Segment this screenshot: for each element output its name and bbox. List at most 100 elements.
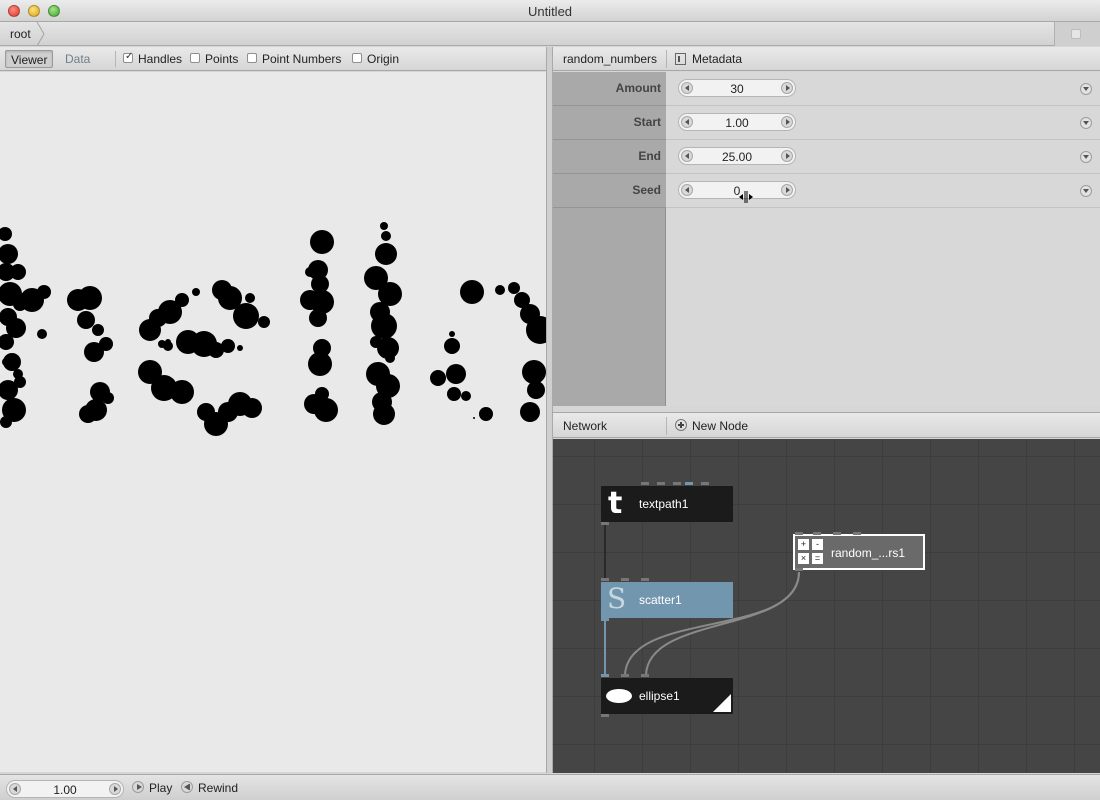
- start-menu-button[interactable]: [1080, 117, 1092, 129]
- scatter-dot: [314, 398, 338, 422]
- scatter-dot: [221, 339, 235, 353]
- point-numbers-checkbox[interactable]: [247, 53, 257, 63]
- end-menu-button[interactable]: [1080, 151, 1092, 163]
- metadata-icon[interactable]: [675, 53, 686, 65]
- header-divider: [666, 417, 667, 435]
- scatter-dot: [444, 338, 460, 354]
- metadata-button[interactable]: Metadata: [692, 52, 742, 66]
- node-textpath1[interactable]: t textpath1: [601, 482, 733, 525]
- end-stepper[interactable]: 25.00: [678, 147, 796, 165]
- start-stepper[interactable]: 1.00: [678, 113, 796, 131]
- tab-viewer[interactable]: Viewer: [5, 50, 54, 68]
- scatter-dot: [2, 358, 10, 366]
- input-port[interactable]: [673, 482, 681, 485]
- decrement-arrow-icon[interactable]: [681, 150, 693, 162]
- viewer-canvas[interactable]: [0, 72, 546, 772]
- node-label: random_...rs1: [831, 546, 906, 560]
- input-port[interactable]: [641, 482, 649, 485]
- scatter-dot: [78, 286, 102, 310]
- input-port[interactable]: [641, 578, 649, 581]
- output-port[interactable]: [601, 618, 609, 621]
- play-button[interactable]: Play: [149, 781, 172, 795]
- output-port[interactable]: [601, 714, 609, 717]
- node-random-numbers1[interactable]: + - × = random_...rs1: [793, 532, 925, 571]
- node-ellipse1[interactable]: ellipse1: [601, 674, 733, 717]
- seed-menu-button[interactable]: [1080, 185, 1092, 197]
- frame-value[interactable]: 1.00: [23, 783, 107, 797]
- rewind-button[interactable]: Rewind: [198, 781, 238, 795]
- play-icon[interactable]: [132, 781, 144, 793]
- handles-checkbox[interactable]: ✓: [123, 51, 133, 63]
- scatter-dot: [430, 370, 446, 386]
- points-checkbox[interactable]: [190, 53, 200, 63]
- handles-label: Handles: [138, 52, 183, 66]
- scatter-dot: [446, 364, 466, 384]
- input-port[interactable]: [701, 482, 709, 485]
- header-divider: [666, 50, 667, 68]
- increment-arrow-icon[interactable]: [109, 783, 121, 795]
- output-port[interactable]: [795, 568, 803, 571]
- param-row-seed: Seed 0: [553, 174, 1100, 208]
- rewind-icon[interactable]: [181, 781, 193, 793]
- seed-value[interactable]: 0: [695, 184, 779, 198]
- address-bar-corner-button[interactable]: [1054, 22, 1100, 46]
- scatter-dot: [461, 391, 471, 401]
- origin-label: Origin: [367, 52, 400, 66]
- amount-stepper[interactable]: 30: [678, 79, 796, 97]
- scatter-dot: [479, 407, 493, 421]
- increment-arrow-icon[interactable]: [781, 116, 793, 128]
- origin-checkbox[interactable]: [352, 53, 362, 63]
- input-port[interactable]: [641, 674, 649, 677]
- param-label-amount: Amount: [615, 81, 661, 95]
- amount-value[interactable]: 30: [695, 82, 779, 96]
- input-port[interactable]: [657, 482, 665, 485]
- node-label: ellipse1: [639, 689, 680, 703]
- param-row-amount: Amount 30: [553, 72, 1100, 106]
- decrement-arrow-icon[interactable]: [9, 783, 21, 795]
- input-port[interactable]: [601, 578, 609, 581]
- decrement-arrow-icon[interactable]: [681, 116, 693, 128]
- square-icon: [1071, 29, 1081, 39]
- start-value[interactable]: 1.00: [695, 116, 779, 130]
- new-node-button[interactable]: New Node: [692, 419, 748, 433]
- breadcrumb-root[interactable]: root: [10, 27, 31, 41]
- node-scatter1[interactable]: S scatter1: [601, 578, 733, 621]
- plus-icon[interactable]: [675, 419, 687, 431]
- input-port[interactable]: [621, 578, 629, 581]
- network-canvas[interactable]: t textpath1 S scatter1 ellipse1 + - × = ra…: [553, 439, 1100, 773]
- scatter-dot: [192, 288, 200, 296]
- input-port[interactable]: [621, 674, 629, 677]
- increment-arrow-icon[interactable]: [781, 82, 793, 94]
- param-label-end: End: [638, 149, 661, 163]
- seed-stepper[interactable]: 0: [678, 181, 796, 199]
- scatter-dot: [370, 336, 382, 348]
- amount-menu-button[interactable]: [1080, 83, 1092, 95]
- input-port[interactable]: [795, 532, 803, 535]
- breadcrumb-separator-icon: [36, 22, 45, 46]
- scatter-dot: [0, 416, 12, 428]
- input-port[interactable]: [833, 532, 841, 535]
- frame-stepper[interactable]: 1.00: [6, 780, 124, 798]
- scatter-dot: [305, 267, 315, 277]
- input-port[interactable]: [685, 482, 693, 485]
- toolbar-divider: [115, 51, 116, 67]
- decrement-arrow-icon[interactable]: [681, 184, 693, 196]
- viewer-toolbar: Viewer Data ✓ Handles Points Point Numbe…: [0, 47, 546, 71]
- scatter-dot: [77, 311, 95, 329]
- node-label: scatter1: [639, 593, 682, 607]
- param-row-end: End 25.00: [553, 140, 1100, 174]
- tab-data[interactable]: Data: [60, 50, 95, 68]
- input-port[interactable]: [813, 532, 821, 535]
- input-port[interactable]: [853, 532, 861, 535]
- pane-splitter[interactable]: [546, 47, 553, 773]
- increment-arrow-icon[interactable]: [781, 184, 793, 196]
- end-value[interactable]: 25.00: [695, 150, 779, 164]
- increment-arrow-icon[interactable]: [781, 150, 793, 162]
- decrement-arrow-icon[interactable]: [681, 82, 693, 94]
- scatter-dot: [447, 387, 461, 401]
- input-port[interactable]: [601, 674, 609, 677]
- scatter-dot: [245, 293, 255, 303]
- scatter-dot: [309, 309, 327, 327]
- output-port[interactable]: [601, 522, 609, 525]
- scatter-dot: [6, 418, 10, 422]
